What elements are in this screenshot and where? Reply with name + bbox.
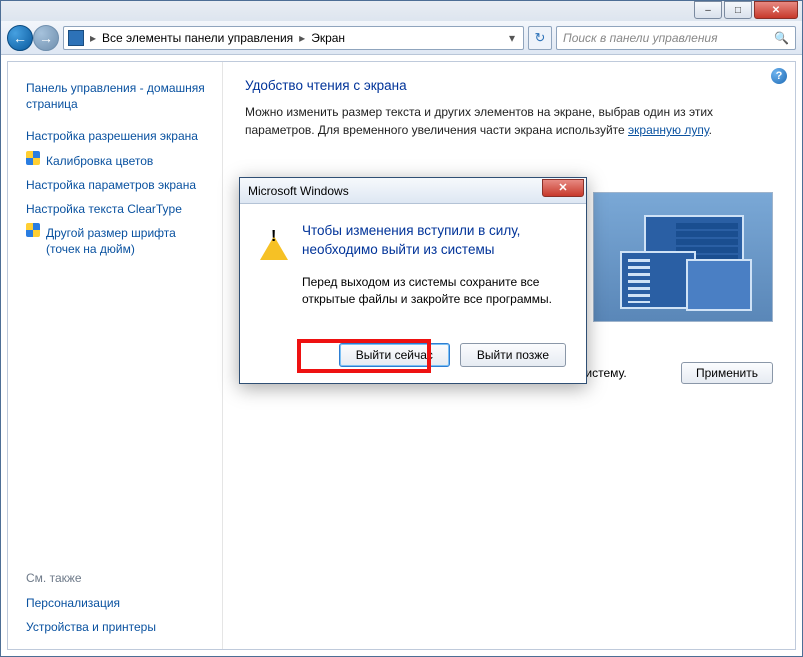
forward-button[interactable]: → — [33, 25, 59, 51]
address-bar: ← → ▸ Все элементы панели управления ▸ Э… — [1, 21, 802, 55]
intro-text-2: . — [709, 123, 712, 137]
dialog-button-row: Выйти сейчас Выйти позже — [260, 343, 566, 367]
dialog-text: Перед выходом из системы сохраните все о… — [302, 274, 566, 309]
shield-icon — [26, 151, 40, 165]
sidebar-item-resolution[interactable]: Настройка разрешения экрана — [26, 124, 208, 148]
logoff-later-button[interactable]: Выйти позже — [460, 343, 566, 367]
dialog-body: Чтобы изменения вступили в силу, необход… — [240, 204, 586, 383]
breadcrumb[interactable]: ▸ Все элементы панели управления ▸ Экран… — [63, 26, 524, 50]
see-also-label: См. также — [26, 571, 208, 591]
close-button[interactable]: ✕ — [754, 1, 798, 19]
refresh-button[interactable]: ↻ — [528, 26, 552, 50]
page-intro: Можно изменить размер текста и других эл… — [245, 103, 773, 139]
shield-icon — [26, 223, 40, 237]
breadcrumb-separator: ▸ — [90, 31, 96, 45]
breadcrumb-level1[interactable]: Все элементы панели управления — [102, 31, 293, 45]
sidebar-home-link[interactable]: Панель управления - домашняя страница — [26, 76, 208, 116]
back-button[interactable]: ← — [7, 25, 33, 51]
sidebar-item-cleartype[interactable]: Настройка текста ClearType — [26, 197, 208, 221]
dialog-heading: Чтобы изменения вступили в силу, необход… — [302, 222, 566, 260]
minimize-button[interactable]: – — [694, 1, 722, 19]
display-preview — [593, 192, 773, 322]
window-titlebar: – □ ✕ — [1, 1, 802, 21]
address-dropdown-icon[interactable]: ▾ — [505, 31, 519, 45]
sidebar-item-color-calibration[interactable]: Калибровка цветов — [46, 149, 153, 173]
preview-window-icon — [686, 259, 752, 311]
preview-window-icon — [620, 251, 696, 309]
sidebar-item-display-settings[interactable]: Настройка параметров экрана — [26, 173, 208, 197]
sidebar-item-dpi[interactable]: Другой размер шрифта (точек на дюйм) — [46, 221, 208, 261]
warning-icon — [260, 222, 288, 236]
search-input[interactable]: Поиск в панели управления 🔍 — [556, 26, 796, 50]
explorer-window: – □ ✕ ← → ▸ Все элементы панели управлен… — [0, 0, 803, 657]
breadcrumb-level2[interactable]: Экран — [311, 31, 345, 45]
search-icon: 🔍 — [774, 31, 789, 45]
control-panel-icon — [68, 30, 84, 46]
dialog-close-button[interactable]: ✕ — [542, 179, 584, 197]
see-also-personalization[interactable]: Персонализация — [26, 591, 208, 615]
magnifier-link[interactable]: экранную лупу — [628, 123, 709, 137]
nav-arrows: ← → — [7, 25, 59, 51]
logoff-dialog: Microsoft Windows ✕ Чтобы изменения всту… — [239, 177, 587, 384]
see-also-devices-printers[interactable]: Устройства и принтеры — [26, 615, 208, 639]
dialog-title: Microsoft Windows — [248, 184, 349, 198]
sidebar: Панель управления - домашняя страница На… — [8, 62, 223, 649]
breadcrumb-separator: ▸ — [299, 31, 305, 45]
page-title: Удобство чтения с экрана — [245, 78, 773, 93]
maximize-button[interactable]: □ — [724, 1, 752, 19]
logoff-now-button[interactable]: Выйти сейчас — [339, 343, 450, 367]
dialog-titlebar: Microsoft Windows ✕ — [240, 178, 586, 204]
apply-button[interactable]: Применить — [681, 362, 773, 384]
search-placeholder: Поиск в панели управления — [563, 31, 718, 45]
